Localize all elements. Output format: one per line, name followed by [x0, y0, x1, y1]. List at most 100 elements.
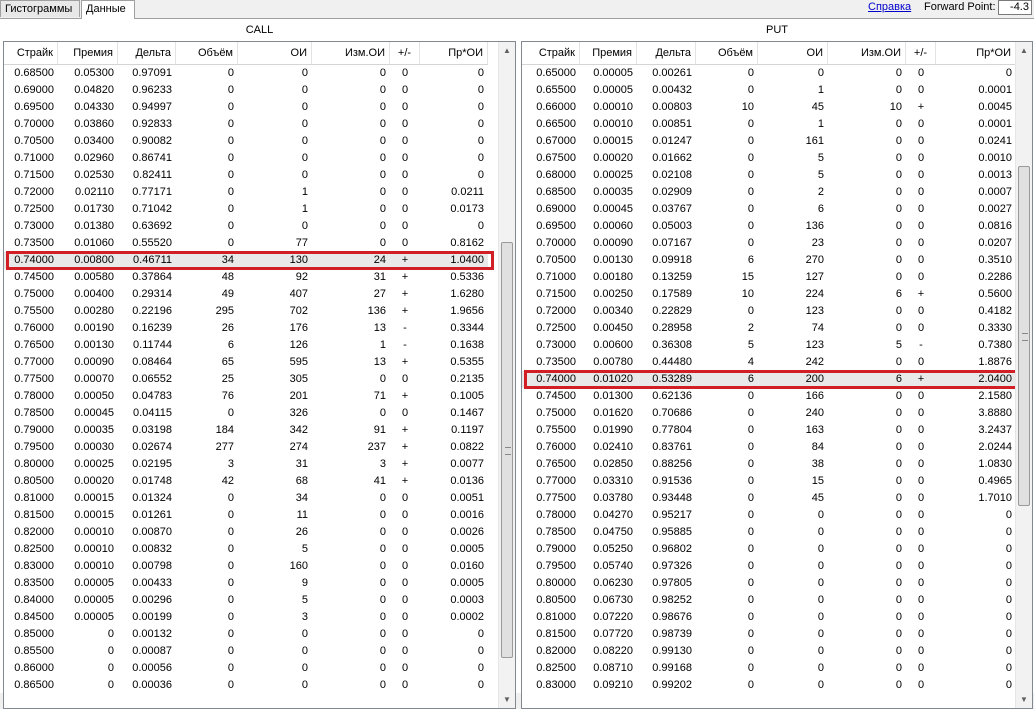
table-row[interactable]: 0.72500 0.00450 0.28958 2 74 0 0 0.3330 — [522, 320, 1016, 337]
table-row[interactable]: 0.83500 0.00005 0.00433 0 9 0 0 0.0005 — [4, 575, 488, 592]
table-row[interactable]: 0.75000 0.01620 0.70686 0 240 0 0 3.8880 — [522, 405, 1016, 422]
help-link[interactable]: Справка — [868, 1, 911, 13]
table-row[interactable]: 0.78500 0.00045 0.04115 0 326 0 0 0.1467 — [4, 405, 488, 422]
table-row[interactable]: 0.81000 0.07220 0.98676 0 0 0 0 0 — [522, 609, 1016, 626]
put-col-header-premium[interactable]: Премия — [580, 42, 637, 64]
call-scrollbar[interactable]: ▲ ▼ — [498, 42, 515, 708]
table-row[interactable]: 0.80000 0.06230 0.97805 0 0 0 0 0 — [522, 575, 1016, 592]
table-row[interactable]: 0.78500 0.04750 0.95885 0 0 0 0 0 — [522, 524, 1016, 541]
table-row[interactable]: 0.72000 0.00340 0.22829 0 123 0 0 0.4182 — [522, 303, 1016, 320]
table-row[interactable]: 0.85500 0 0.00087 0 0 0 0 0 — [4, 643, 488, 660]
table-row[interactable]: 0.71000 0.02960 0.86741 0 0 0 0 0 — [4, 150, 488, 167]
table-row[interactable]: 0.66000 0.00010 0.00803 10 45 10 +0.0045 — [522, 99, 1016, 116]
forward-point-field[interactable]: -4.3 — [998, 0, 1032, 15]
put-col-header-sign[interactable]: +/- — [906, 42, 936, 64]
table-row[interactable]: 0.80000 0.00025 0.02195 3 31 3 +0.0077 — [4, 456, 488, 473]
table-row[interactable]: 0.67500 0.00020 0.01662 0 5 0 0 0.0010 — [522, 150, 1016, 167]
put-col-header-pr-oi[interactable]: Пр*ОИ — [936, 42, 1016, 64]
table-row[interactable]: 0.76000 0.02410 0.83761 0 84 0 0 2.0244 — [522, 439, 1016, 456]
table-row[interactable]: 0.77000 0.03310 0.91536 0 15 0 0 0.4965 — [522, 473, 1016, 490]
table-row[interactable]: 0.79500 0.00030 0.02674 277 274 237 +0.0822 — [4, 439, 488, 456]
table-row[interactable]: 0.67000 0.00015 0.01247 0 161 0 0 0.0241 — [522, 133, 1016, 150]
table-row[interactable]: 0.82000 0.00010 0.00870 0 26 0 0 0.0026 — [4, 524, 488, 541]
table-row[interactable]: 0.84500 0.00005 0.00199 0 3 0 0 0.0002 — [4, 609, 488, 626]
table-row[interactable]: 0.79000 0.05250 0.96802 0 0 0 0 0 — [522, 541, 1016, 558]
put-col-header-strike[interactable]: Страйк — [522, 42, 580, 64]
table-row[interactable]: 0.79000 0.00035 0.03198 184 342 91 +0.1197 — [4, 422, 488, 439]
table-row[interactable]: 0.73000 0.01380 0.63692 0 0 0 0 0 — [4, 218, 488, 235]
table-row[interactable]: 0.77000 0.00090 0.08464 65 595 13 +0.5355 — [4, 354, 488, 371]
table-row[interactable]: 0.65000 0.00005 0.00261 0 0 0 0 0 — [522, 65, 1016, 82]
table-row[interactable]: 0.69000 0.00045 0.03767 0 6 0 0 0.0027 — [522, 201, 1016, 218]
table-row[interactable]: 0.72500 0.01730 0.71042 0 1 0 0 0.0173 — [4, 201, 488, 218]
table-row[interactable]: 0.80500 0.06730 0.98252 0 0 0 0 0 — [522, 592, 1016, 609]
table-row[interactable]: 0.80500 0.00020 0.01748 42 68 41 +0.0136 — [4, 473, 488, 490]
tab-data[interactable]: Данные — [81, 0, 135, 19]
call-scroll-thumb[interactable] — [501, 242, 513, 658]
table-row[interactable]: 0.73500 0.01060 0.55520 0 77 0 0 0.8162 — [4, 235, 488, 252]
table-row[interactable]: 0.69000 0.04820 0.96233 0 0 0 0 0 — [4, 82, 488, 99]
table-row[interactable]: 0.68500 0.00035 0.02909 0 2 0 0 0.0007 — [522, 184, 1016, 201]
table-row[interactable]: 0.82000 0.08220 0.99130 0 0 0 0 0 — [522, 643, 1016, 660]
table-row[interactable]: 0.75500 0.00280 0.22196 295 702 136 +1.9656 — [4, 303, 488, 320]
table-row[interactable]: 0.71500 0.02530 0.82411 0 0 0 0 0 — [4, 167, 488, 184]
table-row[interactable]: 0.77500 0.00070 0.06552 25 305 0 0 0.2135 — [4, 371, 488, 388]
scroll-up-arrow-icon[interactable]: ▲ — [1016, 42, 1032, 59]
scroll-down-arrow-icon[interactable]: ▼ — [1016, 691, 1032, 708]
table-row[interactable]: 0.66500 0.00010 0.00851 0 1 0 0 0.0001 — [522, 116, 1016, 133]
table-row[interactable]: 0.81500 0.00015 0.01261 0 11 0 0 0.0016 — [4, 507, 488, 524]
call-col-header-volume[interactable]: Объём — [176, 42, 238, 64]
put-col-header-delta[interactable]: Дельта — [637, 42, 696, 64]
table-row[interactable]: 0.70000 0.00090 0.07167 0 23 0 0 0.0207 — [522, 235, 1016, 252]
table-row[interactable]: 0.83000 0.00010 0.00798 0 160 0 0 0.0160 — [4, 558, 488, 575]
table-row[interactable]: 0.71500 0.00250 0.17589 10 224 6 +0.5600 — [522, 286, 1016, 303]
table-row[interactable]: 0.65500 0.00005 0.00432 0 1 0 0 0.0001 — [522, 82, 1016, 99]
table-row[interactable]: 0.76500 0.02850 0.88256 0 38 0 0 1.0830 — [522, 456, 1016, 473]
table-row[interactable]: 0.73000 0.00600 0.36308 5 123 5 - 0.7380 — [522, 337, 1016, 354]
scroll-down-arrow-icon[interactable]: ▼ — [499, 691, 515, 708]
put-col-header-oi-change[interactable]: Изм.ОИ — [828, 42, 906, 64]
put-col-header-volume[interactable]: Объём — [696, 42, 758, 64]
table-row[interactable]: 0.68000 0.00025 0.02108 0 5 0 0 0.0013 — [522, 167, 1016, 184]
call-col-header-strike[interactable]: Страйк — [4, 42, 58, 64]
call-col-header-delta[interactable]: Дельта — [118, 42, 176, 64]
table-row[interactable]: 0.84000 0.00005 0.00296 0 5 0 0 0.0003 — [4, 592, 488, 609]
table-row[interactable]: 0.79500 0.05740 0.97326 0 0 0 0 0 — [522, 558, 1016, 575]
tab-histograms[interactable]: Гистограммы — [0, 0, 80, 17]
put-scroll-thumb[interactable] — [1018, 166, 1030, 506]
table-row[interactable]: 0.69500 0.04330 0.94997 0 0 0 0 0 — [4, 99, 488, 116]
call-col-header-premium[interactable]: Премия — [58, 42, 118, 64]
table-row[interactable]: 0.83000 0.09210 0.99202 0 0 0 0 0 — [522, 677, 1016, 694]
call-col-header-oi-change[interactable]: Изм.ОИ — [312, 42, 390, 64]
put-col-header-oi[interactable]: ОИ — [758, 42, 828, 64]
put-selected-row[interactable]: 0.74000 0.01020 0.53289 6 200 6 +2.0400 — [522, 371, 1016, 388]
put-table[interactable]: Страйк Премия Дельта Объём ОИ Изм.ОИ +/- Пр*ОИ 0… — [521, 41, 1033, 709]
table-row[interactable]: 0.78000 0.04270 0.95217 0 0 0 0 0 — [522, 507, 1016, 524]
table-row[interactable]: 0.78000 0.00050 0.04783 76 201 71 +0.1005 — [4, 388, 488, 405]
table-row[interactable]: 0.76000 0.00190 0.16239 26 176 13 - 0.3344 — [4, 320, 488, 337]
put-scrollbar[interactable]: ▲ ▼ — [1015, 42, 1032, 708]
table-row[interactable]: 0.81500 0.07720 0.98739 0 0 0 0 0 — [522, 626, 1016, 643]
table-row[interactable]: 0.74500 0.00580 0.37864 48 92 31 +0.5336 — [4, 269, 488, 286]
table-row[interactable]: 0.72000 0.02110 0.77171 0 1 0 0 0.0211 — [4, 184, 488, 201]
table-row[interactable]: 0.86500 0 0.00036 0 0 0 0 0 — [4, 677, 488, 694]
scroll-up-arrow-icon[interactable]: ▲ — [499, 42, 515, 59]
call-col-header-sign[interactable]: +/- — [390, 42, 420, 64]
table-row[interactable]: 0.75500 0.01990 0.77804 0 163 0 0 3.2437 — [522, 422, 1016, 439]
table-row[interactable]: 0.77500 0.03780 0.93448 0 45 0 0 1.7010 — [522, 490, 1016, 507]
table-row[interactable]: 0.70000 0.03860 0.92833 0 0 0 0 0 — [4, 116, 488, 133]
table-row[interactable]: 0.82500 0.00010 0.00832 0 5 0 0 0.0005 — [4, 541, 488, 558]
table-row[interactable]: 0.70500 0.03400 0.90082 0 0 0 0 0 — [4, 133, 488, 150]
call-col-header-oi[interactable]: ОИ — [238, 42, 312, 64]
table-row[interactable]: 0.73500 0.00780 0.44480 4 242 0 0 1.8876 — [522, 354, 1016, 371]
table-row[interactable]: 0.74500 0.01300 0.62136 0 166 0 0 2.1580 — [522, 388, 1016, 405]
table-row[interactable]: 0.71000 0.00180 0.13259 15 127 0 0 0.2286 — [522, 269, 1016, 286]
table-row[interactable]: 0.85000 0 0.00132 0 0 0 0 0 — [4, 626, 488, 643]
call-table[interactable]: Страйк Премия Дельта Объём ОИ Изм.ОИ +/- Пр*ОИ 0… — [3, 41, 516, 709]
table-row[interactable]: 0.81000 0.00015 0.01324 0 34 0 0 0.0051 — [4, 490, 488, 507]
table-row[interactable]: 0.75000 0.00400 0.29314 49 407 27 +1.6280 — [4, 286, 488, 303]
table-row[interactable]: 0.76500 0.00130 0.11744 6 126 1 - 0.1638 — [4, 337, 488, 354]
table-row[interactable]: 0.68500 0.05300 0.97091 0 0 0 0 0 — [4, 65, 488, 82]
table-row[interactable]: 0.82500 0.08710 0.99168 0 0 0 0 0 — [522, 660, 1016, 677]
table-row[interactable]: 0.70500 0.00130 0.09918 6 270 0 0 0.3510 — [522, 252, 1016, 269]
